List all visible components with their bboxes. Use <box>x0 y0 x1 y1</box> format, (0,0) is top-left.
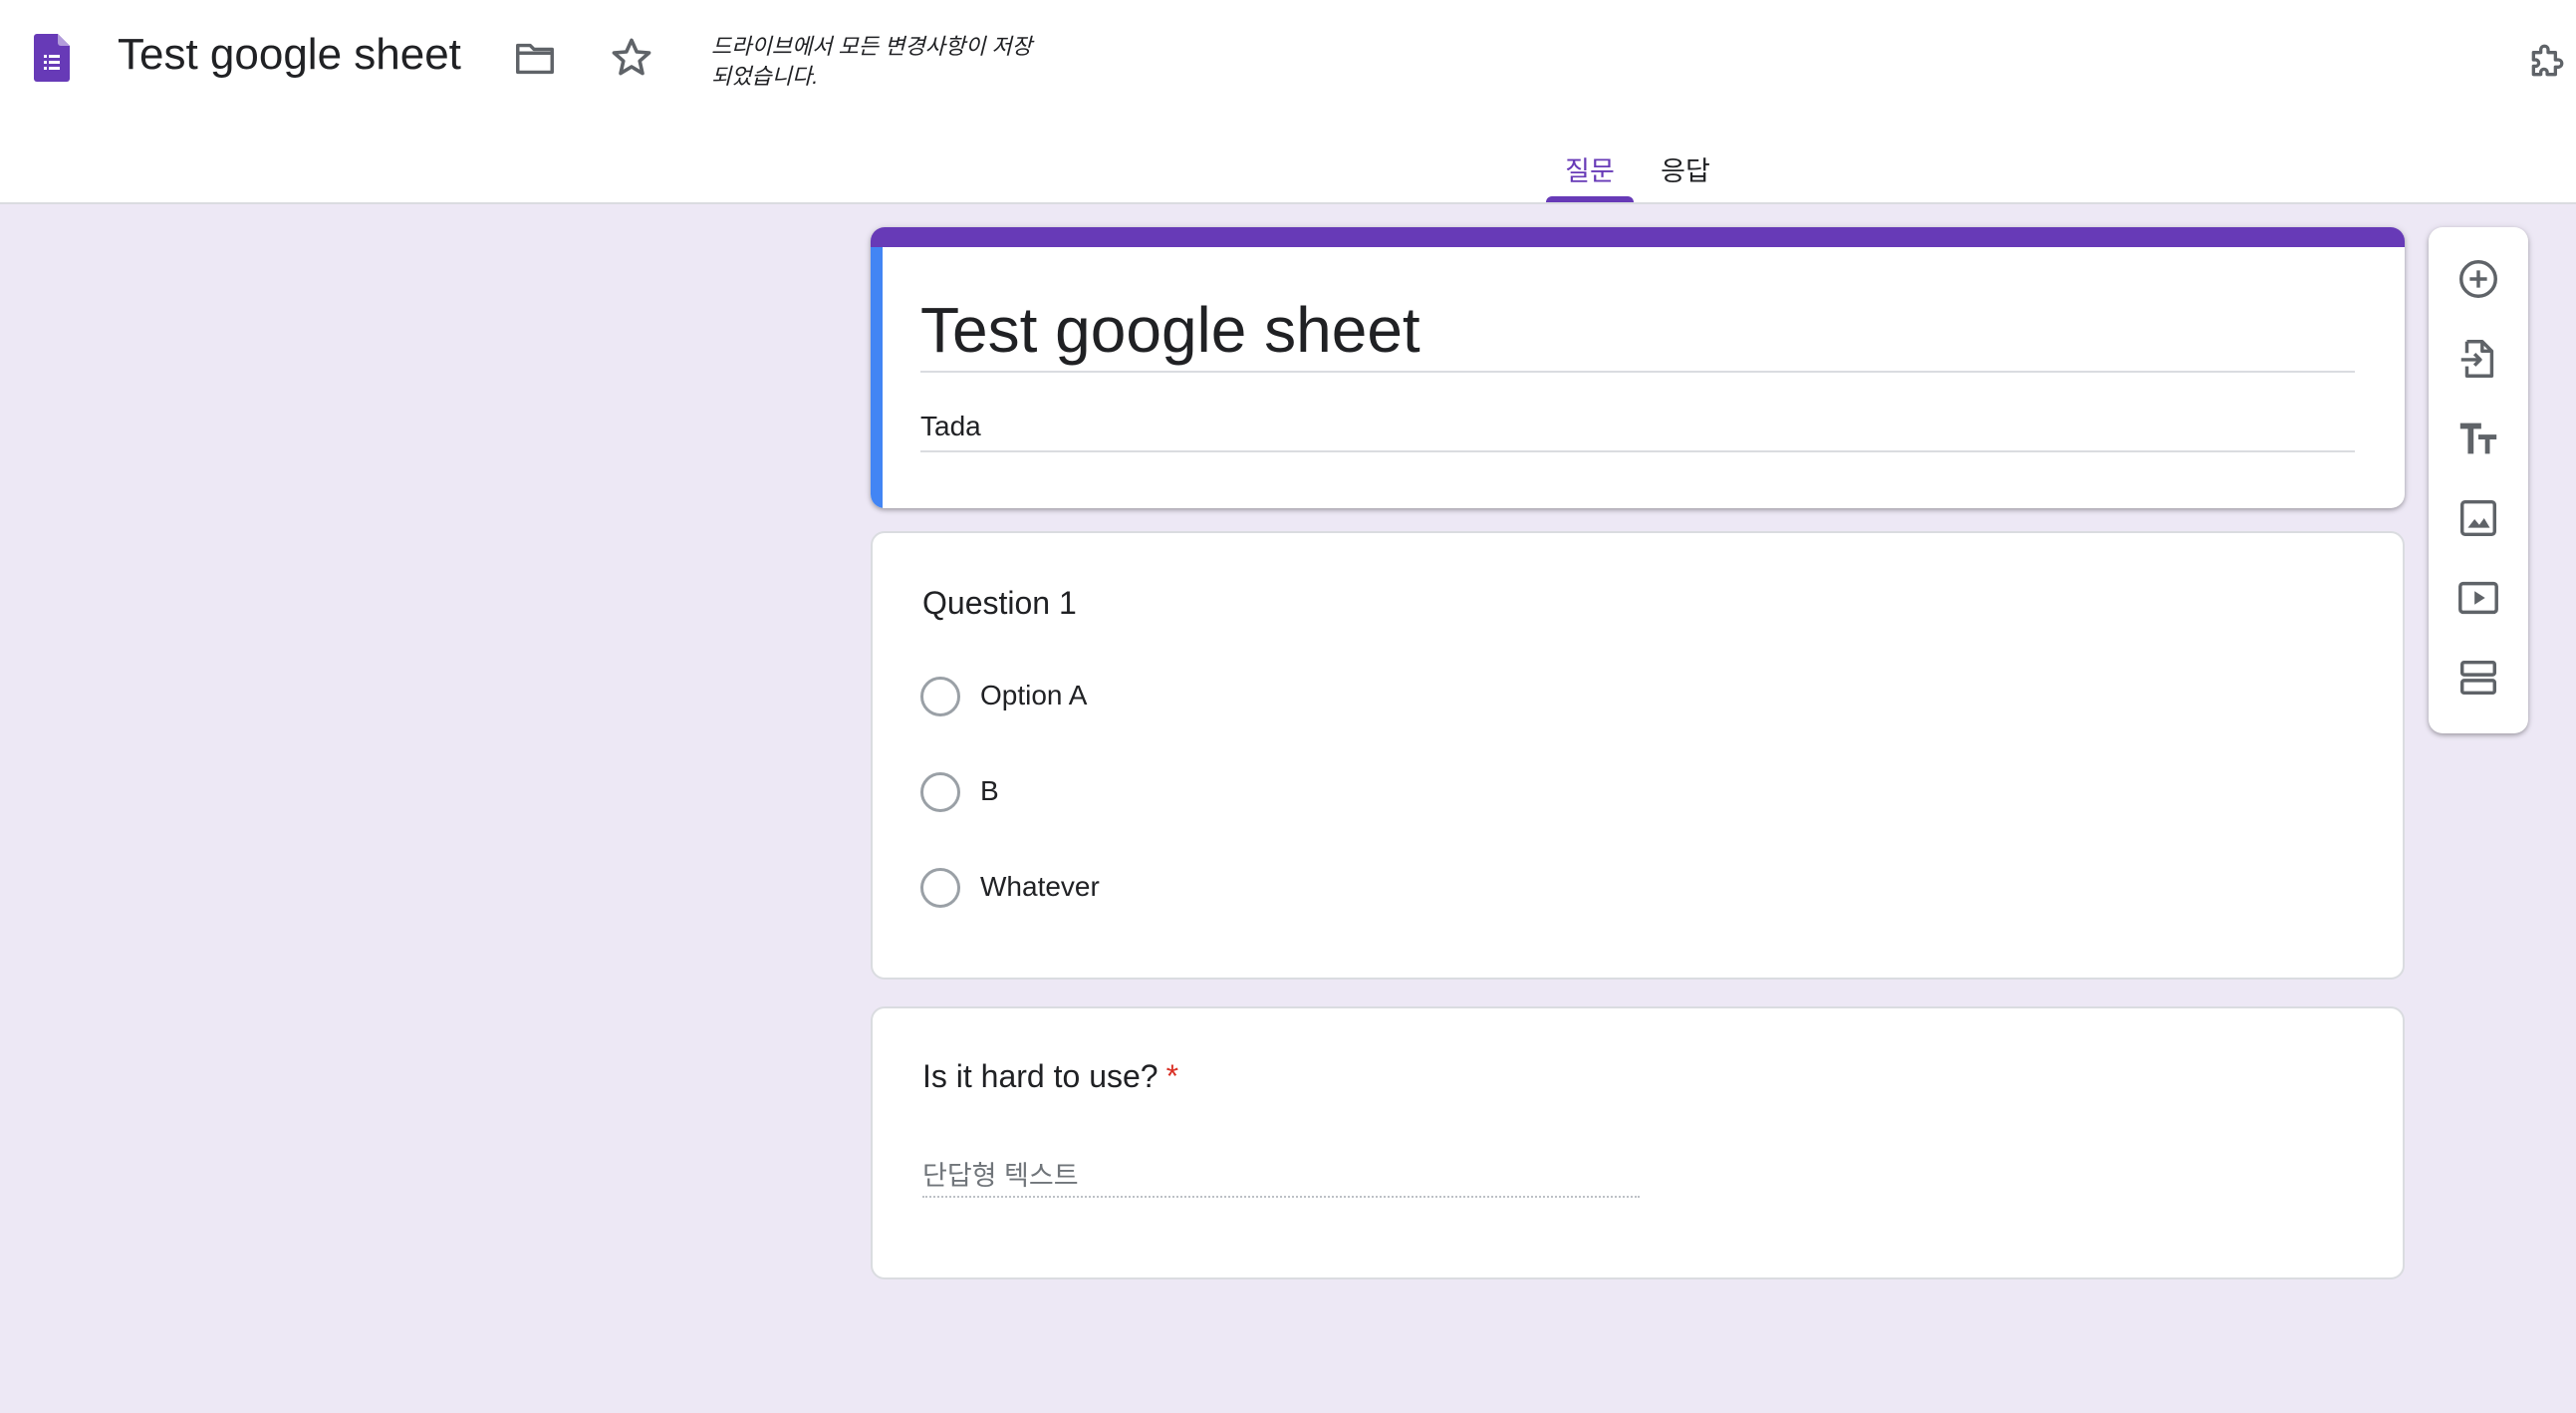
add-video-icon[interactable] <box>2454 574 2502 622</box>
question-title: Is it hard to use? * <box>922 1058 1178 1095</box>
folder-icon[interactable] <box>512 36 558 82</box>
required-asterisk: * <box>1165 1058 1179 1094</box>
form-title-card[interactable]: Test google sheet Tada <box>871 227 2405 508</box>
focus-indicator-bar <box>871 247 883 508</box>
import-questions-icon[interactable] <box>2454 335 2502 383</box>
tab-responses[interactable]: 응답 <box>1646 149 1725 204</box>
header: Test google sheet 드라이브에서 모든 변경사항이 저장되었습니… <box>0 0 2576 204</box>
radio-button[interactable] <box>920 677 960 716</box>
radio-button[interactable] <box>920 868 960 908</box>
question-toolbar <box>2429 227 2528 733</box>
option-label: B <box>980 775 999 806</box>
question-card-1[interactable]: Question 1 Option A B Whatever <box>871 531 2405 980</box>
short-answer-field[interactable]: 단답형 텍스트 <box>922 1148 1640 1198</box>
add-question-icon[interactable] <box>2454 255 2502 303</box>
form-description-input[interactable]: Tada <box>920 411 2355 452</box>
add-section-icon[interactable] <box>2454 654 2502 702</box>
tab-bar: 질문 응답 <box>0 140 2576 204</box>
active-tab-indicator <box>1546 196 1634 202</box>
option-label: Whatever <box>980 871 1100 902</box>
radio-button[interactable] <box>920 772 960 812</box>
star-icon[interactable] <box>608 34 655 82</box>
add-image-icon[interactable] <box>2454 494 2502 542</box>
form-title-input[interactable]: Test google sheet <box>920 293 2355 373</box>
save-status: 드라이브에서 모든 변경사항이 저장되었습니다. <box>711 34 1032 89</box>
document-title[interactable]: Test google sheet <box>118 30 461 80</box>
google-forms-icon[interactable] <box>34 34 70 82</box>
add-title-icon[interactable] <box>2454 415 2502 462</box>
option-label: Option A <box>980 680 1088 710</box>
question-card-2[interactable]: Is it hard to use? * 단답형 텍스트 <box>871 1006 2405 1279</box>
theme-color-bar <box>871 227 2405 247</box>
question-title-text: Is it hard to use? <box>922 1058 1159 1094</box>
puzzle-piece-icon[interactable] <box>2526 38 2570 82</box>
question-title: Question 1 <box>922 585 1077 621</box>
